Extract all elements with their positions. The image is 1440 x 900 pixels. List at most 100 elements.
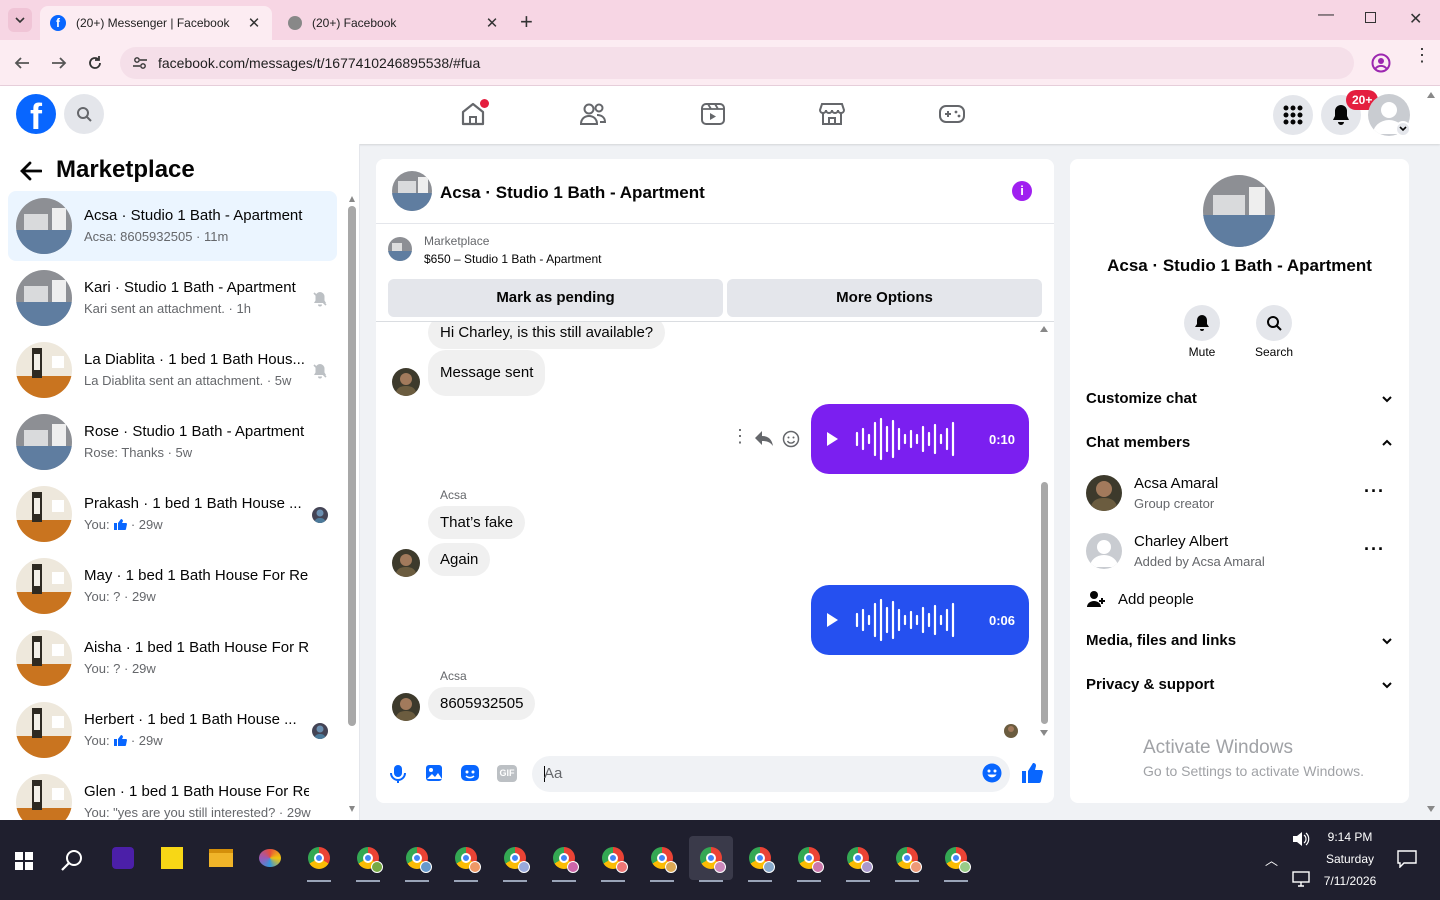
nav-home[interactable] (460, 99, 489, 127)
facebook-logo-icon[interactable]: f (16, 94, 56, 134)
customize-chat-section[interactable]: Customize chat (1086, 390, 1393, 407)
scrollbar[interactable] (347, 196, 357, 816)
group-avatar[interactable] (1203, 175, 1275, 247)
show-hidden-icons[interactable]: ︿ (1265, 850, 1278, 869)
member-options-icon[interactable]: ··· (1364, 481, 1385, 502)
volume-icon[interactable] (1292, 831, 1310, 847)
listing-detail[interactable]: $650 – Studio 1 Bath - Apartment (424, 252, 601, 266)
taskbar-chrome-window[interactable] (836, 836, 880, 882)
scroll-up-arrow[interactable] (1040, 326, 1048, 332)
taskbar-chrome-window[interactable] (934, 836, 978, 882)
tab-facebook[interactable]: (20+) Facebook ✕ (278, 6, 510, 40)
taskbar-paint[interactable] (248, 836, 292, 880)
more-options-button[interactable]: More Options (727, 279, 1042, 317)
close-tab-icon[interactable]: ✕ (246, 14, 262, 32)
clock-time[interactable]: 9:14 PM (1310, 830, 1390, 844)
taskbar-sticky-notes[interactable] (150, 836, 194, 880)
close-tab-icon[interactable]: ✕ (484, 14, 500, 32)
clock-date[interactable]: 7/11/2026 (1310, 874, 1390, 888)
taskbar-chrome-window[interactable] (297, 836, 341, 882)
nav-video[interactable] (700, 102, 726, 126)
play-icon[interactable] (825, 612, 839, 628)
conversation-item[interactable]: La Diablita · 1 bed 1 Bath Hous... La Dia… (8, 335, 337, 405)
conversation-item[interactable]: Rose · Studio 1 Bath - Apartment Rose: Th… (8, 407, 337, 477)
message-bubble[interactable]: Again (428, 543, 491, 576)
nav-gaming[interactable] (939, 104, 965, 124)
site-info-icon[interactable] (132, 55, 148, 71)
back-icon[interactable] (14, 55, 30, 71)
reload-icon[interactable] (87, 55, 103, 71)
tab-search-button[interactable] (8, 8, 32, 32)
menu-button[interactable] (1273, 95, 1313, 135)
new-tab-icon[interactable]: + (520, 9, 533, 35)
taskbar-chrome-window[interactable] (346, 836, 390, 882)
browser-menu-icon[interactable]: ⋮ (1413, 46, 1431, 64)
conversation-item[interactable]: Acsa · Studio 1 Bath - Apartment Acsa: 86… (8, 191, 337, 261)
message-bubble[interactable]: Hi Charley, is this still available? (428, 322, 666, 349)
conversation-item[interactable]: Kari · Studio 1 Bath - Apartment Kari sen… (8, 263, 337, 333)
nav-friends[interactable] (580, 102, 606, 126)
conversation-item[interactable]: Herbert · 1 bed 1 Bath House ... You: · 2… (8, 695, 337, 765)
scrollbar-thumb[interactable] (348, 206, 356, 726)
microphone-icon[interactable] (390, 764, 406, 784)
message-bubble[interactable]: That’s fake (428, 506, 526, 539)
network-icon[interactable] (1292, 871, 1310, 887)
photo-icon[interactable] (425, 764, 443, 782)
message-bubble[interactable]: Message sent (428, 350, 546, 396)
taskbar-chrome-window[interactable] (689, 836, 733, 882)
add-people-button[interactable]: Add people (1086, 589, 1194, 609)
react-emoji-icon[interactable] (782, 430, 800, 448)
windows-start-icon[interactable] (15, 852, 33, 870)
chat-members-section[interactable]: Chat members (1086, 434, 1393, 451)
thumbs-up-icon[interactable] (1021, 762, 1043, 784)
taskbar-chrome-window[interactable] (493, 836, 537, 882)
taskbar-chrome-window[interactable] (591, 836, 635, 882)
conversation-item[interactable]: May · 1 bed 1 Bath House For Rent You: ? … (8, 551, 337, 621)
account-dropdown[interactable] (1395, 121, 1411, 137)
forward-icon[interactable] (51, 55, 67, 71)
privacy-support-section[interactable]: Privacy & support (1086, 676, 1393, 693)
conversation-item[interactable]: Aisha · 1 bed 1 Bath House For R... You: … (8, 623, 337, 693)
scroll-down-arrow[interactable] (349, 806, 355, 812)
chat-avatar[interactable] (392, 171, 432, 211)
notification-center-icon[interactable] (1397, 850, 1417, 868)
clock-day[interactable]: Saturday (1310, 852, 1390, 866)
message-bubble[interactable]: 8605932505 (428, 687, 536, 720)
taskbar-chrome-window[interactable] (885, 836, 929, 882)
member-name[interactable]: Charley Albert (1134, 533, 1228, 550)
media-files-section[interactable]: Media, files and links (1086, 632, 1393, 649)
more-actions-icon[interactable]: ⋮ (731, 427, 749, 445)
search-icon[interactable] (61, 849, 83, 871)
member-options-icon[interactable]: ··· (1364, 539, 1385, 560)
taskbar-chrome-window[interactable] (738, 836, 782, 882)
taskbar-chrome-window[interactable] (787, 836, 831, 882)
profile-icon[interactable] (1371, 53, 1391, 73)
tab-messenger[interactable]: f (20+) Messenger | Facebook ✕ (40, 6, 272, 40)
voice-message[interactable]: 0:10 (811, 404, 1029, 474)
reply-icon[interactable] (754, 429, 774, 447)
member-avatar[interactable] (1086, 475, 1122, 511)
back-arrow-icon[interactable] (20, 161, 42, 181)
member-name[interactable]: Acsa Amaral (1134, 475, 1218, 492)
search-in-chat-button[interactable] (1256, 305, 1292, 341)
maximize-icon[interactable] (1365, 12, 1376, 23)
search-button[interactable] (64, 94, 104, 134)
voice-message[interactable]: 0:06 (811, 585, 1029, 655)
taskbar-chrome-window[interactable] (395, 836, 439, 882)
gif-icon[interactable]: GIF (497, 765, 517, 782)
page-scroll-up-arrow[interactable] (1427, 92, 1435, 98)
page-scroll-down-arrow[interactable] (1427, 806, 1435, 812)
taskbar-chrome-window[interactable] (542, 836, 586, 882)
play-icon[interactable] (825, 431, 839, 447)
scroll-up-arrow[interactable] (349, 196, 355, 202)
member-avatar[interactable] (1086, 533, 1122, 569)
conversation-item[interactable]: Prakash · 1 bed 1 Bath House ... You: · 2… (8, 479, 337, 549)
nav-marketplace[interactable] (819, 102, 845, 126)
taskbar-chrome-window[interactable] (444, 836, 488, 882)
address-bar[interactable]: facebook.com/messages/t/1677410246895538… (120, 47, 1354, 79)
scrollbar-thumb[interactable] (1041, 482, 1048, 724)
taskbar-app-purple[interactable] (101, 836, 145, 880)
taskbar-chrome-window[interactable] (640, 836, 684, 882)
sticker-icon[interactable] (460, 764, 480, 782)
close-window-icon[interactable]: ✕ (1409, 9, 1422, 29)
